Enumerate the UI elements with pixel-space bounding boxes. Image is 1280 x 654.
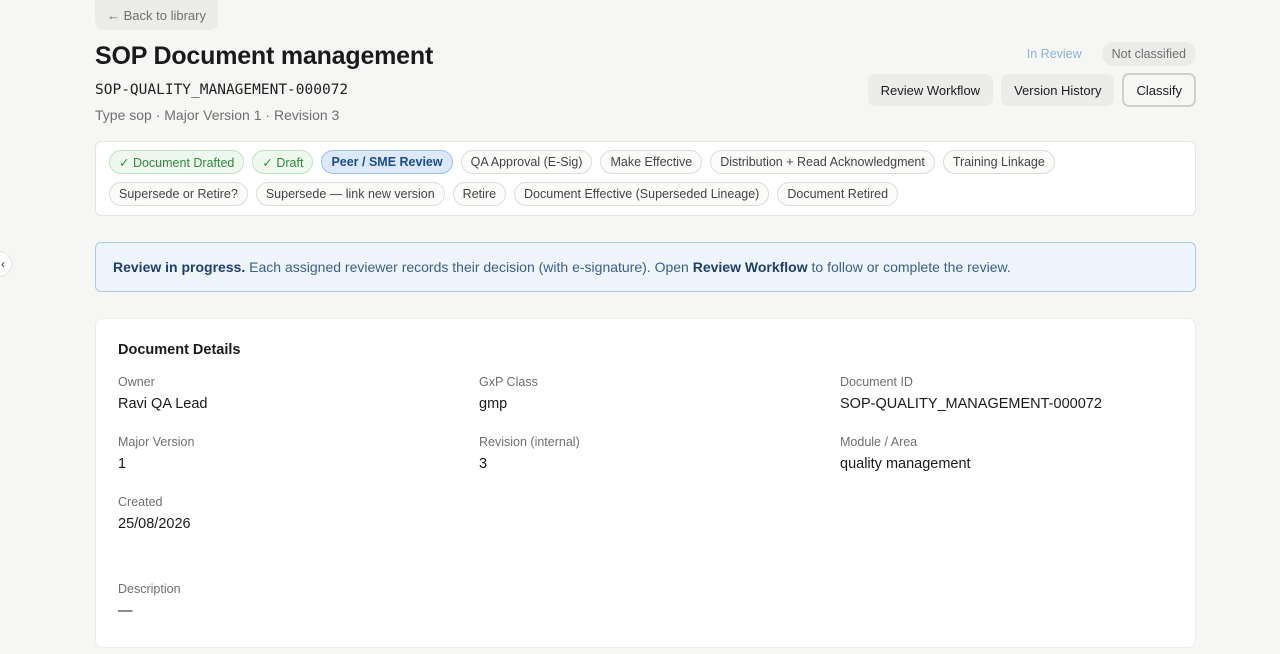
- field-label: Owner: [118, 375, 155, 389]
- workflow-step[interactable]: Retire: [452, 182, 507, 206]
- workflow-step[interactable]: Distribution + Read Acknowledgment: [710, 150, 935, 174]
- banner-text-end: to follow or complete the review.: [807, 259, 1011, 275]
- field-value: 25/08/2026: [118, 516, 191, 532]
- workflow-step[interactable]: Make Effective: [600, 150, 703, 174]
- revision-field: Revision (internal) 3: [479, 435, 580, 472]
- workflow-step[interactable]: ✓ Document Drafted: [109, 150, 245, 174]
- workflow-step[interactable]: ✓ Draft: [252, 150, 314, 174]
- classification-badge: Not classified: [1101, 42, 1196, 66]
- document-code: SOP-QUALITY_MANAGEMENT-000072: [95, 82, 349, 98]
- owner-field: Owner Ravi QA Lead: [118, 375, 207, 412]
- sidebar-toggle[interactable]: ‹: [0, 251, 12, 277]
- field-label: Major Version: [118, 435, 195, 449]
- version-history-button[interactable]: Version History: [1001, 74, 1115, 106]
- field-label: Revision (internal): [479, 435, 580, 449]
- card-title: Document Details: [118, 342, 241, 358]
- field-label: Module / Area: [840, 435, 918, 449]
- field-value: —: [118, 603, 133, 619]
- workflow-step[interactable]: Supersede — link new version: [255, 182, 445, 206]
- review-info-banner: Review in progress. Each assigned review…: [95, 242, 1196, 292]
- created-field: Created 25/08/2026: [118, 495, 191, 532]
- workflow-step[interactable]: Training Linkage: [942, 150, 1055, 174]
- workflow-step[interactable]: Supersede or Retire?: [109, 182, 248, 206]
- field-label: GxP Class: [479, 375, 538, 389]
- workflow-step[interactable]: QA Approval (E-Sig): [460, 150, 593, 174]
- major-version-field: Major Version 1: [118, 435, 194, 472]
- field-value: gmp: [479, 396, 508, 412]
- workflow-step-current[interactable]: Peer / SME Review: [321, 150, 453, 174]
- classify-button[interactable]: Classify: [1122, 73, 1196, 107]
- module-area-field: Module / Area quality management: [840, 435, 971, 472]
- field-value: quality management: [840, 456, 971, 472]
- workflow-steps: ✓ Document Drafted ✓ Draft Peer / SME Re…: [95, 141, 1196, 216]
- field-label: Document ID: [840, 375, 913, 389]
- field-value: 1: [118, 456, 127, 472]
- review-workflow-button[interactable]: Review Workflow: [867, 74, 994, 106]
- page: ‹ ← Back to library SOP Document managem…: [0, 0, 1280, 654]
- banner-heading: Review in progress.: [113, 259, 246, 275]
- banner-text: Each assigned reviewer records their dec…: [245, 259, 693, 275]
- banner-review-workflow-link[interactable]: Review Workflow: [693, 259, 808, 275]
- page-title: SOP Document management: [95, 42, 434, 70]
- field-value: Ravi QA Lead: [118, 396, 208, 412]
- workflow-step[interactable]: Document Retired: [777, 182, 899, 206]
- action-bar: Review Workflow Version History Classify: [867, 73, 1196, 107]
- review-status-badge: In Review: [1016, 42, 1092, 66]
- field-value: 3: [479, 456, 488, 472]
- document-details-card: Document Details Owner Ravi QA Lead GxP …: [95, 318, 1196, 648]
- field-label: Description: [118, 582, 181, 596]
- document-meta: Type sop · Major Version 1 · Revision 3: [95, 107, 340, 123]
- field-value: SOP-QUALITY_MANAGEMENT-000072: [840, 396, 1102, 412]
- field-label: Created: [118, 495, 163, 509]
- status-chips: In Review Not classified: [1016, 42, 1196, 66]
- description-field: Description —: [118, 582, 181, 619]
- gxp-class-field: GxP Class gmp: [479, 375, 538, 412]
- document-id-field: Document ID SOP-QUALITY_MANAGEMENT-00007…: [840, 375, 1102, 412]
- chevron-left-icon: ‹: [1, 257, 5, 271]
- workflow-step[interactable]: Document Effective (Superseded Lineage): [514, 182, 770, 206]
- back-to-library-button[interactable]: ← Back to library: [95, 0, 218, 30]
